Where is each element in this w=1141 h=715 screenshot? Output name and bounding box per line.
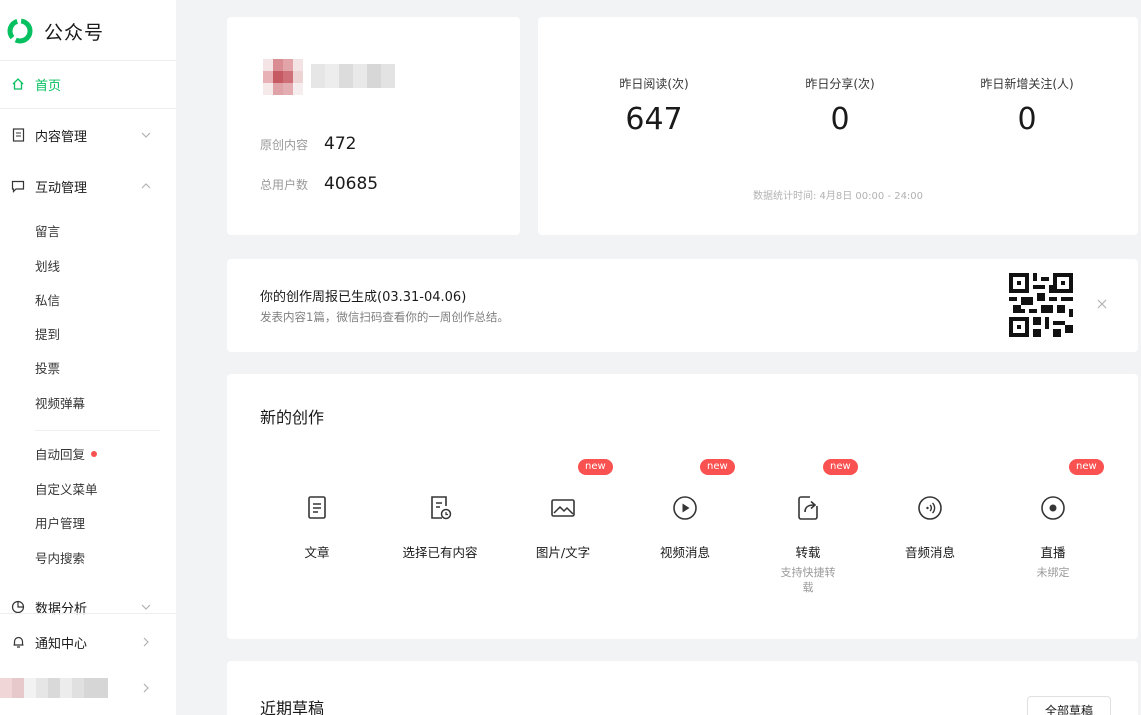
nav-notifications-label: 通知中心 [35,636,88,652]
weekly-report-card[interactable]: 你的创作周报已生成(03.31-04.06) 发表内容1篇，微信扫码查看你的一周… [227,259,1138,352]
audio-icon [918,496,942,520]
sidebar-item-comments[interactable]: 留言 [35,222,60,242]
wechat-oa-logo-icon [7,18,33,44]
nav-interaction-label: 互动管理 [35,180,88,196]
chevron-right-icon [143,637,149,647]
report-title: 你的创作周报已生成(03.31-04.06) [260,290,467,305]
chevron-down-icon [141,132,151,138]
stat-follows-value: 0 [1017,102,1037,137]
new-badge: new [823,459,858,475]
account-card: 原创内容 472 总用户数 40685 [227,17,520,235]
new-badge: new [578,459,613,475]
sidebar-item-user-management[interactable]: 用户管理 [35,514,85,534]
account-identity[interactable] [263,59,395,95]
stat-reads-value: 647 [625,102,683,137]
create-article-label: 文章 [304,545,330,560]
document-icon [10,127,26,143]
divider [0,108,176,109]
nav-home[interactable]: 首页 [0,72,176,96]
chevron-up-icon [141,183,151,189]
stat-follows-label: 昨日新增关注(人) [980,77,1074,91]
sidebar-item-votes[interactable]: 投票 [35,359,60,379]
original-content-value: 472 [324,134,357,154]
stat-reads[interactable]: 昨日阅读(次) 647 [564,75,744,137]
create-repost-label: 转载 [795,545,821,560]
recent-drafts-card: 近期草稿 全部草稿 [227,661,1138,715]
new-badge: new [1069,459,1104,475]
repost-icon [798,496,818,520]
home-icon [10,76,26,92]
close-icon[interactable] [1095,297,1109,311]
sidebar-item-mentions[interactable]: 提到 [35,325,60,345]
create-image-text-button[interactable]: 图片/文字 [508,494,618,561]
nav-content-management[interactable]: 内容管理 [0,123,176,147]
auto-reply-label: 自动回复 [35,447,86,462]
chevron-down-icon [141,604,151,610]
existing-content-icon [431,496,452,520]
create-repost-sublabel: 支持快捷转载 [780,566,836,594]
article-icon [308,496,326,519]
sidebar-item-in-account-search[interactable]: 号内搜索 [35,549,85,569]
total-users-label: 总用户数 [260,178,309,192]
avatar [263,59,303,95]
stats-card: 昨日阅读(次) 647 昨日分享(次) 0 昨日新增关注(人) 0 数据统计时间… [538,17,1138,235]
account-name-redacted [311,64,395,88]
create-article-button[interactable]: 文章 [262,494,372,561]
all-drafts-button[interactable]: 全部草稿 [1027,696,1111,715]
live-icon [1041,496,1065,520]
create-live-label: 直播 [1040,545,1066,560]
sidebar-item-custom-menu[interactable]: 自定义菜单 [35,480,98,500]
stat-new-follows[interactable]: 昨日新增关注(人) 0 [937,75,1117,137]
bell-icon [10,634,26,650]
create-live-button[interactable]: 直播 未绑定 [998,494,1108,580]
divider [0,60,176,61]
create-video-label: 视频消息 [659,545,710,560]
original-content-row: 原创内容 472 [260,134,356,154]
create-image-text-label: 图片/文字 [535,545,591,560]
divider [35,430,160,431]
nav-interaction-management[interactable]: 互动管理 [0,174,176,198]
nav-notifications[interactable]: 通知中心 [0,630,176,654]
stats-time-note: 数据统计时间: 4月8日 00:00 - 24:00 [752,191,924,202]
stat-shares-value: 0 [830,102,850,137]
chevron-right-icon [143,683,149,693]
logo[interactable]: 公众号 [6,16,104,46]
create-live-status: 未绑定 [1036,566,1070,579]
stat-reads-label: 昨日阅读(次) [619,77,689,91]
sidebar-item-messages[interactable]: 私信 [35,291,60,311]
qr-code-icon [1009,273,1073,337]
account-switcher[interactable] [0,678,108,698]
original-content-label: 原创内容 [260,138,309,152]
stat-shares-label: 昨日分享(次) [805,77,875,91]
create-existing-content-label: 选择已有内容 [402,545,478,560]
report-subtitle: 发表内容1篇，微信扫码查看你的一周创作总结。 [260,310,509,324]
total-users-value: 40685 [324,174,379,194]
create-repost-button[interactable]: 转载 支持快捷转载 [753,494,863,595]
recent-drafts-title: 近期草稿 [260,699,325,715]
sidebar-item-highlights[interactable]: 划线 [35,257,60,277]
total-users-row: 总用户数 40685 [260,174,378,194]
create-audio-label: 音频消息 [904,545,955,560]
new-creation-title: 新的创作 [260,408,325,427]
nav-data-analysis[interactable]: 数据分析 [0,595,176,619]
new-badge: new [700,459,735,475]
create-audio-button[interactable]: 音频消息 [875,494,985,561]
sidebar: 公众号 首页 内容管理 互动管理 留言 划线 私信 提到 投票 视频弹幕 自动回… [0,0,176,715]
nav-content-label: 内容管理 [35,129,88,145]
stat-shares[interactable]: 昨日分享(次) 0 [750,75,930,137]
image-text-icon [551,499,575,517]
brand-name: 公众号 [44,21,105,44]
notification-dot [91,450,98,457]
create-video-button[interactable]: 视频消息 [630,494,740,561]
divider [0,613,176,614]
video-play-icon [673,496,697,520]
chat-bubble-icon [10,178,26,194]
create-existing-content-button[interactable]: 选择已有内容 [385,494,495,561]
sidebar-item-auto-reply[interactable]: 自动回复 [35,445,98,465]
new-creation-card: 新的创作 new new new new 文章 选择已有内容 图片/文字 视频消… [227,374,1138,639]
sidebar-item-video-danmaku[interactable]: 视频弹幕 [35,394,85,414]
nav-home-label: 首页 [35,78,62,94]
